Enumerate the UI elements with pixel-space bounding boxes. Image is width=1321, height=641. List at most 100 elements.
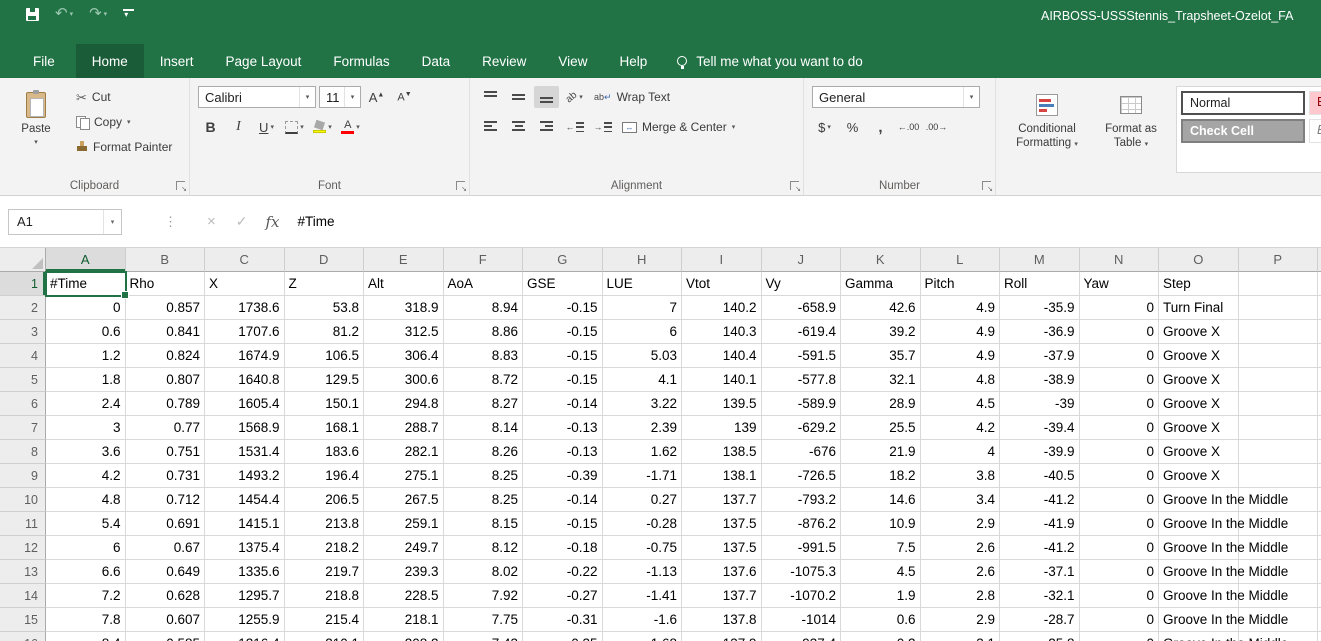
cell-E3[interactable]: 312.5 (364, 320, 444, 344)
cell-J4[interactable]: -591.5 (762, 344, 842, 368)
row-header-1[interactable]: 1 (0, 272, 46, 296)
cell-K13[interactable]: 4.5 (841, 560, 921, 584)
cell-G9[interactable]: -0.39 (523, 464, 603, 488)
cell-H1[interactable]: LUE (603, 272, 683, 296)
font-size-combobox[interactable]: 11 ▾ (319, 86, 361, 108)
decrease-indent-button[interactable]: ← (562, 116, 587, 138)
cell-A16[interactable]: 8.4 (46, 632, 126, 641)
cell-C6[interactable]: 1605.4 (205, 392, 285, 416)
cell-B9[interactable]: 0.731 (126, 464, 206, 488)
cell-G14[interactable]: -0.27 (523, 584, 603, 608)
cell-N5[interactable]: 0 (1080, 368, 1160, 392)
column-header-H[interactable]: H (603, 248, 683, 272)
cell-E10[interactable]: 267.5 (364, 488, 444, 512)
cell-E9[interactable]: 275.1 (364, 464, 444, 488)
cell-P6[interactable] (1239, 392, 1319, 416)
cell-K9[interactable]: 18.2 (841, 464, 921, 488)
font-color-dropdown-icon[interactable]: ▾ (356, 123, 360, 131)
redo-button[interactable]: ↷▾ (89, 7, 107, 21)
cell-O5[interactable]: Groove X (1159, 368, 1239, 392)
cell-D5[interactable]: 129.5 (285, 368, 365, 392)
cell-B14[interactable]: 0.628 (126, 584, 206, 608)
cell-E14[interactable]: 228.5 (364, 584, 444, 608)
column-header-N[interactable]: N (1080, 248, 1160, 272)
column-header-K[interactable]: K (841, 248, 921, 272)
cell-F16[interactable]: 7.43 (444, 632, 524, 641)
cell-O15[interactable]: Groove In the Middle (1159, 608, 1239, 632)
cell-A13[interactable]: 6.6 (46, 560, 126, 584)
cell-C9[interactable]: 1493.2 (205, 464, 285, 488)
column-header-F[interactable]: F (444, 248, 524, 272)
cell-O12[interactable]: Groove In the Middle (1159, 536, 1239, 560)
cell-L5[interactable]: 4.8 (921, 368, 1001, 392)
cell-M12[interactable]: -41.2 (1000, 536, 1080, 560)
cell-I12[interactable]: 137.5 (682, 536, 762, 560)
cell-A2[interactable]: 0 (46, 296, 126, 320)
cell-L16[interactable]: 3.1 (921, 632, 1001, 641)
cell-N11[interactable]: 0 (1080, 512, 1160, 536)
cell-M1[interactable]: Roll (1000, 272, 1080, 296)
cell-D1[interactable]: Z (285, 272, 365, 296)
cell-I2[interactable]: 140.2 (682, 296, 762, 320)
cell-M4[interactable]: -37.9 (1000, 344, 1080, 368)
cell-F3[interactable]: 8.86 (444, 320, 524, 344)
cell-M8[interactable]: -39.9 (1000, 440, 1080, 464)
cell-F13[interactable]: 8.02 (444, 560, 524, 584)
cell-B4[interactable]: 0.824 (126, 344, 206, 368)
cell-C5[interactable]: 1640.8 (205, 368, 285, 392)
cell-H9[interactable]: -1.71 (603, 464, 683, 488)
cell-J16[interactable]: -937.4 (762, 632, 842, 641)
cell-E5[interactable]: 300.6 (364, 368, 444, 392)
underline-button[interactable]: U▾ (254, 116, 279, 138)
cell-D16[interactable]: 210.1 (285, 632, 365, 641)
cell-P7[interactable] (1239, 416, 1319, 440)
fill-color-button[interactable]: ▾ (310, 116, 335, 138)
cell-O2[interactable]: Turn Final (1159, 296, 1239, 320)
cell-G2[interactable]: -0.15 (523, 296, 603, 320)
cell-L10[interactable]: 3.4 (921, 488, 1001, 512)
cell-E13[interactable]: 239.3 (364, 560, 444, 584)
cell-P3[interactable] (1239, 320, 1319, 344)
cell-F12[interactable]: 8.12 (444, 536, 524, 560)
name-box-dropdown-icon[interactable]: ▾ (103, 210, 121, 234)
cell-F4[interactable]: 8.83 (444, 344, 524, 368)
row-header-5[interactable]: 5 (0, 368, 46, 392)
cell-L1[interactable]: Pitch (921, 272, 1001, 296)
increase-decimal-button[interactable]: ←.00 (896, 116, 921, 138)
cell-style-normal[interactable]: Normal (1181, 91, 1305, 115)
cell-E7[interactable]: 288.7 (364, 416, 444, 440)
cell-N4[interactable]: 0 (1080, 344, 1160, 368)
cell-A7[interactable]: 3 (46, 416, 126, 440)
cell-M2[interactable]: -35.9 (1000, 296, 1080, 320)
comma-style-button[interactable]: , (868, 116, 893, 138)
cell-K15[interactable]: 0.6 (841, 608, 921, 632)
tab-review[interactable]: Review (466, 44, 542, 78)
cell-L6[interactable]: 4.5 (921, 392, 1001, 416)
copy-dropdown-icon[interactable]: ▾ (127, 118, 131, 126)
cancel-entry-icon[interactable]: × (207, 213, 216, 230)
column-header-G[interactable]: G (523, 248, 603, 272)
row-header-14[interactable]: 14 (0, 584, 46, 608)
bold-button[interactable]: B (198, 116, 223, 138)
top-align-button[interactable] (478, 86, 503, 108)
cell-M15[interactable]: -28.7 (1000, 608, 1080, 632)
cell-F6[interactable]: 8.27 (444, 392, 524, 416)
cell-E16[interactable]: 208.2 (364, 632, 444, 641)
cell-E2[interactable]: 318.9 (364, 296, 444, 320)
row-header-10[interactable]: 10 (0, 488, 46, 512)
align-left-button[interactable] (478, 116, 503, 138)
cell-M10[interactable]: -41.2 (1000, 488, 1080, 512)
cell-B2[interactable]: 0.857 (126, 296, 206, 320)
cell-B11[interactable]: 0.691 (126, 512, 206, 536)
row-header-3[interactable]: 3 (0, 320, 46, 344)
cell-B16[interactable]: 0.585 (126, 632, 206, 641)
cell-B12[interactable]: 0.67 (126, 536, 206, 560)
cell-I6[interactable]: 139.5 (682, 392, 762, 416)
cell-P1[interactable] (1239, 272, 1319, 296)
decrease-font-size-button[interactable]: A▼ (392, 86, 417, 108)
bottom-align-button[interactable] (534, 86, 559, 108)
cell-B7[interactable]: 0.77 (126, 416, 206, 440)
cell-D6[interactable]: 150.1 (285, 392, 365, 416)
cell-O4[interactable]: Groove X (1159, 344, 1239, 368)
format-painter-button[interactable]: Format Painter (72, 136, 176, 158)
